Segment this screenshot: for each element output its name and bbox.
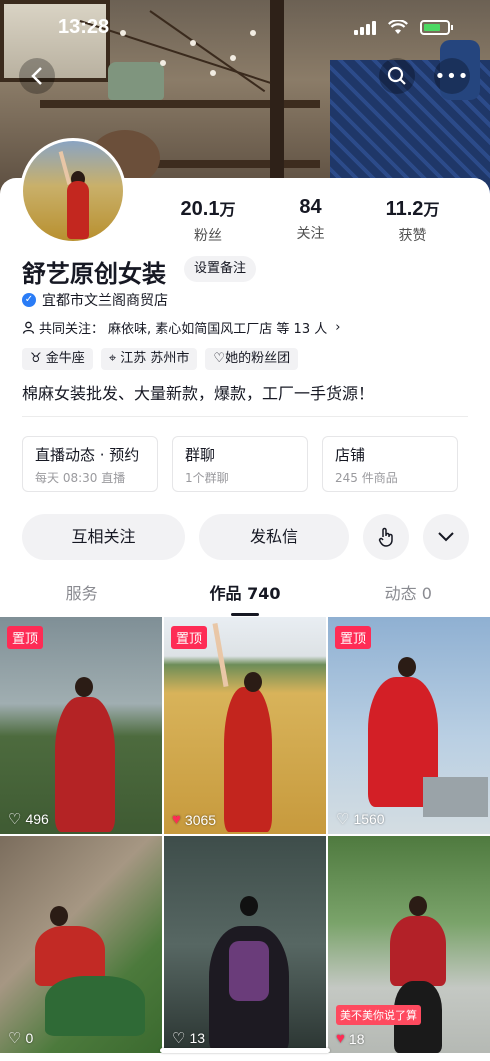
tag-fan-club[interactable]: ♡她的粉丝团: [205, 348, 299, 370]
info-cards: 直播动态 · 预约 每天 08:30 直播 群聊 1个群聊 店铺 245 件商品: [22, 436, 458, 492]
person-icon: [22, 321, 35, 334]
profile-name: 舒艺原创女装: [22, 260, 166, 288]
group-chat-card[interactable]: 群聊 1个群聊: [172, 436, 308, 492]
heart-outline-icon: ♡: [8, 1030, 22, 1047]
send-message-button[interactable]: 发私信: [199, 514, 349, 560]
heart-outline-icon: ♡: [336, 811, 350, 828]
video-thumbnail[interactable]: ♡ 0: [0, 836, 162, 1053]
chevron-left-icon: [31, 67, 42, 85]
action-row: 互相关注 发私信: [22, 514, 469, 560]
heart-filled-icon: ♥: [172, 811, 181, 828]
home-indicator: [160, 1048, 330, 1053]
mutual-follow-button[interactable]: 互相关注: [22, 514, 185, 560]
status-bar: 13:28: [0, 14, 490, 44]
video-thumbnail[interactable]: ♡ 13: [164, 836, 326, 1053]
hand-tap-icon: [378, 527, 393, 547]
location-pin-icon: ⌖: [108, 351, 117, 366]
stat-fans[interactable]: 20.1万 粉丝: [181, 196, 236, 245]
video-caption-tag: 美不美你说了算: [336, 1005, 421, 1025]
mutual-follows[interactable]: 共同关注： 麻依味, 素心如简国风工厂店 等 13 人 ›: [22, 318, 340, 337]
tag-row: ♉ 金牛座 ⌖ 江苏 苏州市 ♡她的粉丝团: [22, 348, 299, 370]
like-count: ♡ 1560: [336, 811, 385, 828]
set-remark-button[interactable]: 设置备注: [184, 256, 257, 282]
pinned-badge: 置顶: [335, 626, 372, 649]
verified-icon: ✓: [22, 293, 36, 307]
like-count: ♥ 3065: [172, 811, 217, 828]
like-count: ♡ 13: [172, 1030, 206, 1047]
tab-activity[interactable]: 动态 0: [327, 580, 490, 616]
heart-outline-icon: ♡: [8, 811, 22, 828]
divider: [22, 416, 468, 417]
stat-following[interactable]: 84 关注: [297, 196, 325, 245]
more-icon: •••: [434, 65, 470, 87]
status-time: 13:28: [58, 16, 110, 38]
search-button[interactable]: [379, 58, 415, 94]
poke-button[interactable]: [363, 514, 409, 560]
like-count: ♡ 0: [8, 1030, 34, 1047]
like-count: ♡ 496: [8, 811, 49, 828]
live-card[interactable]: 直播动态 · 预约 每天 08:30 直播: [22, 436, 158, 492]
stat-likes[interactable]: 11.2万 获赞: [386, 196, 440, 245]
avatar[interactable]: [20, 138, 126, 244]
stats-row: 20.1万 粉丝 84 关注 11.2万 获赞: [150, 196, 470, 245]
tag-zodiac: ♉ 金牛座: [22, 348, 93, 370]
tag-location: ⌖ 江苏 苏州市: [100, 348, 198, 370]
signal-icon: [354, 20, 376, 35]
chevron-right-icon: ›: [335, 320, 341, 335]
heart-outline-icon: ♡: [172, 1030, 186, 1047]
wifi-icon: [388, 20, 408, 34]
profile-tabs: 服务 作品 740 动态 0: [0, 580, 490, 616]
video-thumbnail[interactable]: 置顶 ♡ 496: [0, 617, 162, 834]
shop-card[interactable]: 店铺 245 件商品: [322, 436, 458, 492]
video-thumbnail[interactable]: 置顶 ♥ 3065: [164, 617, 326, 834]
more-button[interactable]: •••: [434, 58, 470, 94]
fan-club-icon: ♡: [213, 351, 226, 366]
chevron-down-icon: [438, 532, 454, 542]
video-grid: 置顶 ♡ 496 置顶 ♥ 3065 置顶 ♡ 1560 ♡ 0 ♡ 13 美不美你说了算…: [0, 617, 490, 1053]
search-icon: [387, 66, 406, 85]
like-count: ♥ 18: [336, 1030, 365, 1047]
pinned-badge: 置顶: [7, 626, 44, 649]
zodiac-icon: ♉: [30, 351, 42, 366]
pinned-badge: 置顶: [171, 626, 208, 649]
back-button[interactable]: [19, 58, 55, 94]
tab-works[interactable]: 作品 740: [163, 580, 326, 616]
expand-button[interactable]: [423, 514, 469, 560]
heart-filled-icon: ♥: [336, 1030, 345, 1047]
video-thumbnail[interactable]: 美不美你说了算 ♥ 18: [328, 836, 490, 1053]
video-thumbnail[interactable]: 置顶 ♡ 1560: [328, 617, 490, 834]
tab-services[interactable]: 服务: [0, 580, 163, 616]
verified-enterprise[interactable]: ✓ 宜都市文兰阁商贸店: [22, 290, 168, 310]
battery-icon: [420, 20, 453, 35]
profile-bio: 棉麻女装批发、大量新款，爆款，工厂一手货源！: [22, 384, 375, 403]
